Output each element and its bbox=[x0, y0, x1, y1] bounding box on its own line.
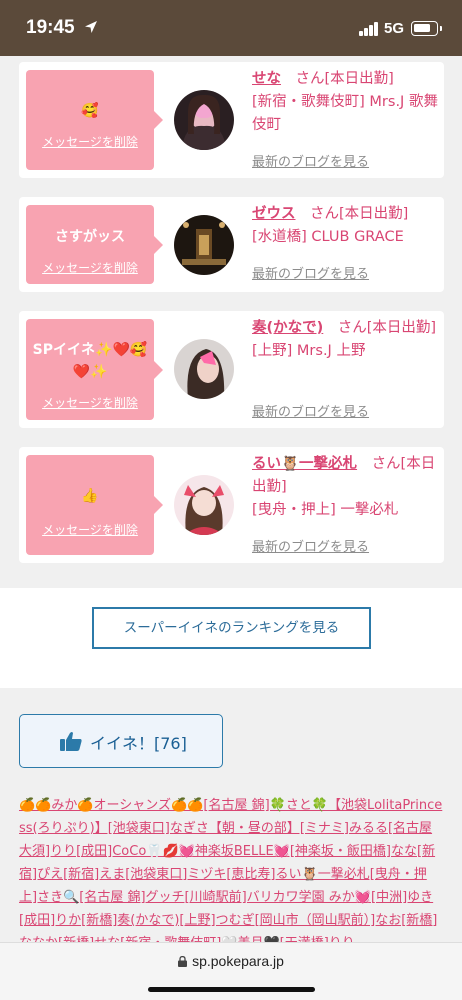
status-bar: 19:45 5G bbox=[0, 0, 462, 56]
cast-status: さん[本日出勤] bbox=[310, 206, 409, 222]
battery-icon bbox=[411, 21, 442, 36]
home-indicator bbox=[148, 987, 315, 992]
latest-blog-link[interactable]: 最新のブログを見る bbox=[252, 151, 369, 170]
ranking-section: スーパーイイネのランキングを見る bbox=[0, 588, 462, 688]
location-arrow-icon bbox=[85, 21, 97, 33]
shop-info: [新宿・歌舞伎町] Mrs.J 歌舞伎町 bbox=[252, 94, 438, 133]
like-button[interactable]: イイネ！[76] bbox=[19, 714, 223, 768]
cast-info: 奏(かなで) さん[本日出勤] [上野] Mrs.J 上野 bbox=[252, 317, 442, 363]
latest-blog-link[interactable]: 最新のブログを見る bbox=[252, 536, 369, 555]
message-bubble: 🥰 メッセージを削除 bbox=[26, 70, 163, 170]
cast-name-link[interactable]: 奏(かなで) bbox=[252, 320, 323, 336]
shop-info: [水道橋] CLUB GRACE bbox=[252, 229, 404, 245]
delete-message-link[interactable]: メッセージを削除 bbox=[26, 394, 154, 411]
message-card: さすがッス メッセージを削除 ゼウス さん[本日出勤] [水道橋] CLUB G… bbox=[19, 197, 444, 292]
message-card: 🥰 メッセージを削除 せな さん[本日出勤] [新宿・歌舞伎町] Mrs.J 歌… bbox=[19, 62, 444, 178]
delete-message-link[interactable]: メッセージを削除 bbox=[26, 521, 154, 538]
cast-name-link[interactable]: ゼウス bbox=[252, 206, 296, 222]
avatar[interactable] bbox=[174, 90, 234, 150]
cast-name-link[interactable]: るい🦉一撃必札 bbox=[252, 456, 357, 472]
avatar[interactable] bbox=[174, 215, 234, 275]
lock-icon bbox=[178, 956, 188, 967]
like-count-label: イイネ！[76] bbox=[90, 734, 187, 753]
cast-info: るい🦉一撃必札 さん[本日出勤] [曳舟・押上] 一撃必札 bbox=[252, 453, 442, 522]
cast-info: せな さん[本日出勤] [新宿・歌舞伎町] Mrs.J 歌舞伎町 bbox=[252, 68, 442, 137]
cast-links-list[interactable]: 🍊🍊みか🍊オーシャンズ🍊🍊[名古屋 錦]🍀さと🍀【池袋LolitaPrinces… bbox=[19, 794, 444, 944]
avatar-photo bbox=[174, 90, 234, 150]
signal-icon bbox=[359, 22, 379, 36]
message-card: SPイイネ✨❤️🥰❤️✨ メッセージを削除 奏(かなで) さん[本日出勤] [上… bbox=[19, 311, 444, 428]
shop-info: [上野] Mrs.J 上野 bbox=[252, 343, 366, 359]
cast-name-link[interactable]: せな bbox=[252, 71, 281, 87]
delete-message-link[interactable]: メッセージを削除 bbox=[26, 259, 154, 276]
shop-info: [曳舟・押上] 一撃必札 bbox=[252, 502, 399, 518]
message-text: SPイイネ✨❤️🥰❤️✨ bbox=[32, 342, 148, 380]
cast-status: さん[本日出勤] bbox=[337, 320, 437, 336]
avatar-photo bbox=[174, 475, 234, 535]
cast-info: ゼウス さん[本日出勤] [水道橋] CLUB GRACE bbox=[252, 203, 442, 249]
thumbs-up-icon bbox=[60, 732, 82, 751]
avatar-photo bbox=[174, 339, 234, 399]
browser-url-bar[interactable]: sp.pokepara.jp bbox=[0, 942, 462, 1000]
url-display: sp.pokepara.jp bbox=[0, 953, 462, 969]
message-card: 👍 メッセージを削除 るい🦉一撃必札 さん[本日出勤] [曳舟・押上] 一撃必札… bbox=[19, 447, 444, 563]
latest-blog-link[interactable]: 最新のブログを見る bbox=[252, 401, 369, 420]
delete-message-link[interactable]: メッセージを削除 bbox=[26, 133, 154, 150]
avatar-photo bbox=[174, 215, 234, 275]
avatar[interactable] bbox=[174, 339, 234, 399]
message-text: 🥰 bbox=[81, 103, 99, 119]
message-bubble: 👍 メッセージを削除 bbox=[26, 455, 163, 555]
url-text: sp.pokepara.jp bbox=[192, 953, 284, 969]
latest-blog-link[interactable]: 最新のブログを見る bbox=[252, 263, 369, 282]
network-type: 5G bbox=[384, 20, 405, 37]
message-text: 👍 bbox=[81, 488, 99, 504]
cast-status: さん[本日出勤] bbox=[295, 71, 394, 87]
message-bubble: SPイイネ✨❤️🥰❤️✨ メッセージを削除 bbox=[26, 319, 163, 420]
clock: 19:45 bbox=[26, 17, 75, 38]
message-bubble: さすがッス メッセージを削除 bbox=[26, 205, 163, 284]
super-like-ranking-button[interactable]: スーパーイイネのランキングを見る bbox=[92, 607, 371, 649]
avatar[interactable] bbox=[174, 475, 234, 535]
message-text: さすがッス bbox=[55, 229, 125, 245]
